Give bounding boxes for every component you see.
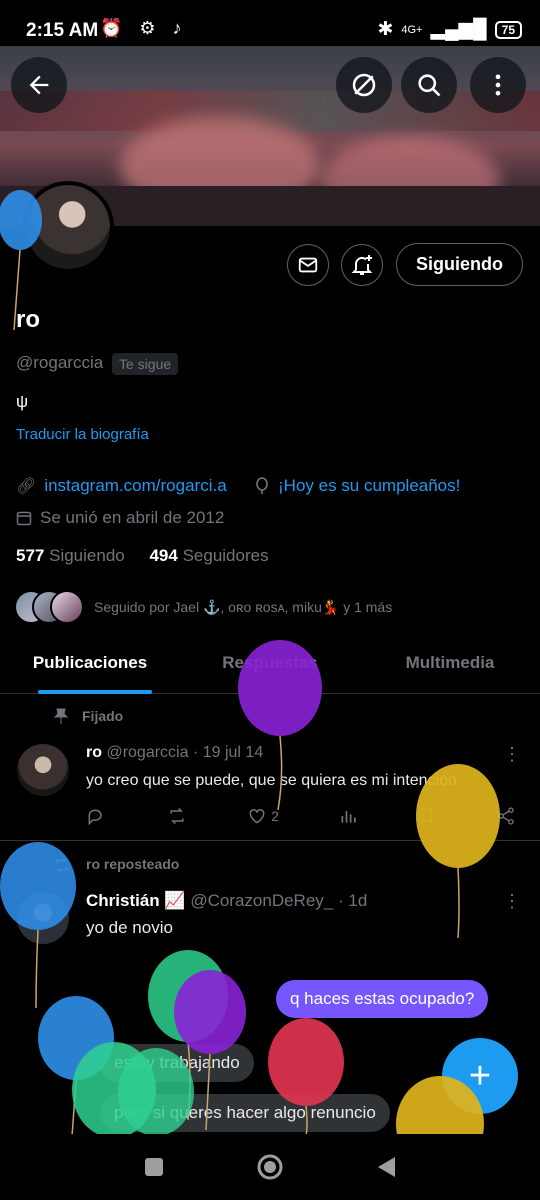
following-stat[interactable]: 577 Siguiendo <box>16 546 125 565</box>
followers-stat[interactable]: 494 Seguidores <box>149 546 268 565</box>
bell-plus-icon <box>351 255 373 275</box>
following-label: Siguiendo <box>49 546 125 565</box>
website-link[interactable]: instagram.com/rogarci.a <box>44 476 226 496</box>
website-row: 🔗︎ instagram.com/rogarci.a <box>16 476 227 496</box>
notification-icons: ⏰ ⚙ ♪ <box>100 18 188 38</box>
recents-icon[interactable] <box>143 1156 165 1178</box>
followed-by-avatars <box>14 590 84 624</box>
tweet-date: · 1d <box>337 891 368 910</box>
profile-bio: ψ <box>16 392 29 411</box>
system-icons: ✱ 4G+ ▂▄▆█ 75 <box>377 18 522 41</box>
balloon-icon <box>416 764 500 939</box>
balloon-icon <box>0 190 42 330</box>
status-bar: 2:15 AM ⏰ ⚙ ♪ ✱ 4G+ ▂▄▆█ 75 <box>0 0 540 46</box>
pinned-indicator: Fijado <box>54 708 123 724</box>
tab-publicaciones[interactable]: Publicaciones <box>0 640 180 694</box>
system-navbar <box>0 1134 540 1200</box>
balloon-icon <box>0 842 76 1009</box>
balloon-icon <box>238 640 322 810</box>
tweet-text: yo de novio <box>86 918 173 937</box>
network-label: 4G+ <box>401 23 423 36</box>
search-icon <box>418 74 441 97</box>
link-icon: 🔗︎ <box>16 478 37 495</box>
reposted-label: ro reposteado <box>86 856 180 872</box>
more-vertical-icon <box>495 74 501 96</box>
back-nav-icon[interactable] <box>375 1155 397 1179</box>
tweet-more-icon[interactable]: ⋮ <box>503 744 521 765</box>
tweet-more-icon[interactable]: ⋮ <box>503 891 521 912</box>
followed-by-text: Seguido por Jael ⚓, ᴏʀᴏ ʀᴏsᴀ, miku💃 y 1 … <box>94 598 393 615</box>
tweet-author-handle: @rogarccia <box>106 744 189 761</box>
following-count: 577 <box>16 546 45 565</box>
notifications-button[interactable] <box>341 244 383 286</box>
like-count: 2 <box>271 808 280 824</box>
pinned-label: Fijado <box>82 708 124 724</box>
joined-date: Se unió en abril de 2012 <box>40 508 225 527</box>
back-button[interactable] <box>11 57 67 113</box>
translate-bio-link[interactable]: Traducir la biografía <box>16 426 149 443</box>
tab-multimedia[interactable]: Multimedia <box>360 640 540 693</box>
reply-icon[interactable] <box>86 806 106 826</box>
repost-icon[interactable] <box>166 806 188 826</box>
balloon-icon <box>118 1048 194 1136</box>
birthday-text: ¡Hoy es su cumpleaños! <box>278 476 461 495</box>
followers-label: Seguidores <box>182 546 269 565</box>
arrow-left-icon <box>29 75 49 95</box>
follows-you-badge: Te sigue <box>112 353 179 375</box>
status-time: 2:15 AM <box>26 20 99 41</box>
following-button[interactable]: Siguiendo <box>396 243 523 286</box>
bluetooth-icon: ✱ <box>377 19 394 40</box>
avatar <box>50 590 84 624</box>
signal-icon: ▂▄▆█ <box>430 19 487 40</box>
tweet-author-name[interactable]: Christián 📈 <box>86 891 186 910</box>
tweet-header: Christián 📈 @CorazonDeRey_ · 1d <box>86 891 367 911</box>
tweet-author-name[interactable]: ro <box>86 744 102 761</box>
balloon-icon <box>268 1018 344 1136</box>
calendar-icon <box>16 511 32 526</box>
battery-indicator: 75 <box>494 20 522 39</box>
more-button[interactable] <box>470 57 526 113</box>
search-button[interactable] <box>401 57 457 113</box>
follow-stats: 577 Siguiendo 494 Seguidores <box>16 546 269 566</box>
tweet-author-handle: @CorazonDeRey_ <box>190 891 334 910</box>
profile-handle: @rogarccia <box>16 353 104 372</box>
followed-by-row[interactable]: Seguido por Jael ⚓, ᴏʀᴏ ʀᴏsᴀ, miku💃 y 1 … <box>14 590 392 624</box>
birthday-row: ¡Hoy es su cumpleaños! <box>254 476 460 496</box>
balloon-icon <box>396 1076 484 1136</box>
grok-button[interactable] <box>336 57 392 113</box>
mail-icon <box>298 257 318 273</box>
balloon-icon <box>256 477 268 494</box>
slash-circle-icon <box>352 73 376 97</box>
message-button[interactable] <box>287 244 329 286</box>
pin-icon <box>54 708 68 724</box>
joined-row: Se unió en abril de 2012 <box>16 508 224 528</box>
home-icon[interactable] <box>255 1152 285 1182</box>
tweet-author-avatar[interactable] <box>17 744 69 796</box>
views-icon[interactable] <box>339 806 359 826</box>
dm-bubble-sent: q haces estas ocupado? <box>276 980 489 1018</box>
followers-count: 494 <box>149 546 178 565</box>
